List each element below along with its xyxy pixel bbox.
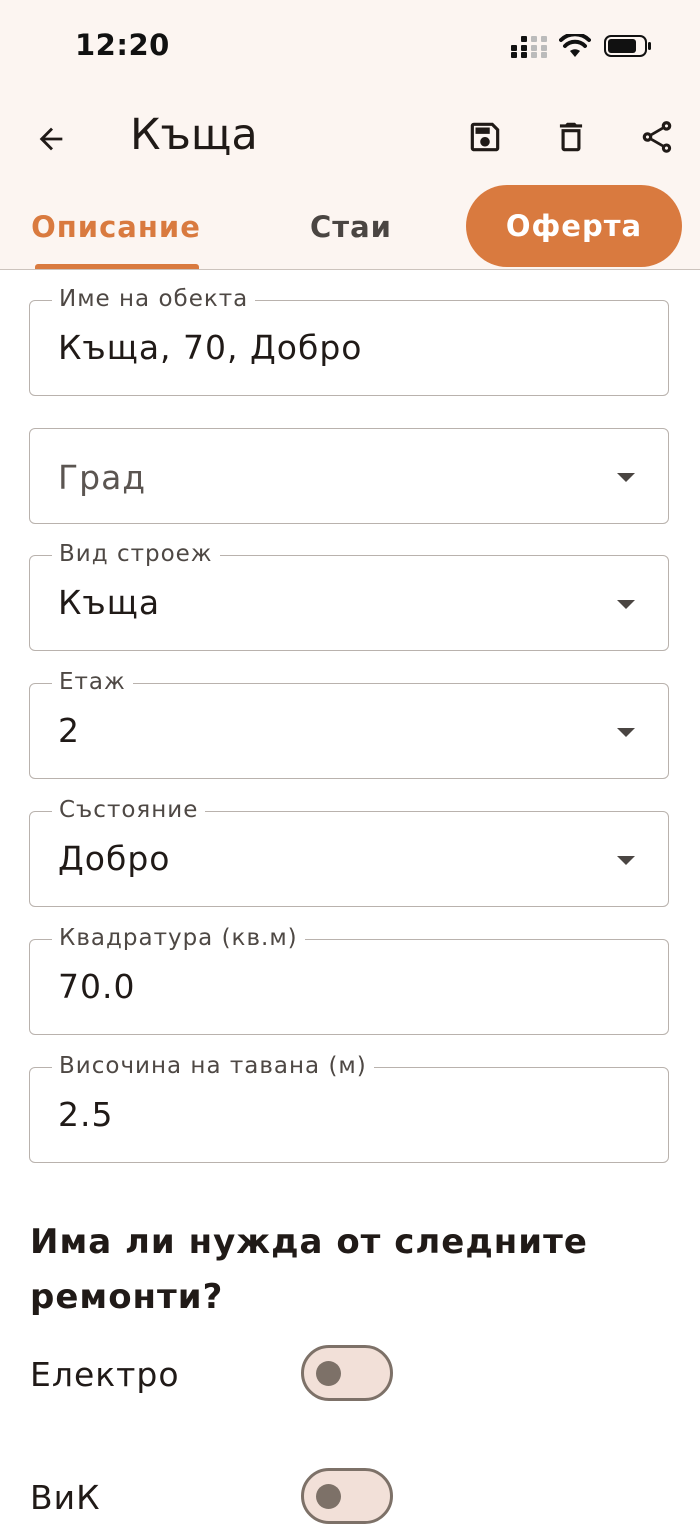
- tab-bar: Описание Стаи Оферта: [0, 184, 700, 270]
- ceiling-height-label: Височина на тавана (м): [52, 1053, 374, 1079]
- delete-icon: [559, 122, 583, 152]
- delete-button[interactable]: [546, 112, 596, 162]
- name-field-label: Име на обекта: [52, 286, 256, 312]
- tab-divider: [0, 269, 700, 270]
- repair-label-plumbing: ВиК: [30, 1478, 101, 1517]
- floor-dropdown[interactable]: Етаж 2: [29, 669, 669, 779]
- ceiling-height-field[interactable]: Височина на тавана (м) 2.5: [29, 1053, 669, 1163]
- city-dropdown-placeholder: Град: [58, 458, 147, 497]
- share-icon: [642, 121, 672, 153]
- toggle-knob: [316, 1361, 341, 1386]
- area-value: 70.0: [58, 967, 136, 1006]
- floor-value: 2: [58, 711, 80, 750]
- save-button[interactable]: [460, 112, 510, 162]
- dropdown-arrow-icon: [617, 728, 635, 737]
- city-dropdown[interactable]: Град: [29, 428, 669, 524]
- building-type-value: Къща: [58, 583, 161, 622]
- floor-label: Етаж: [52, 669, 133, 695]
- repair-label-electrical: Електро: [30, 1355, 180, 1394]
- arrow-back-icon: [39, 127, 63, 151]
- dropdown-arrow-icon: [617, 600, 635, 609]
- share-button[interactable]: [632, 112, 682, 162]
- plumbing-toggle[interactable]: [301, 1468, 393, 1524]
- condition-label: Състояние: [52, 797, 206, 823]
- page-title: Къща: [130, 110, 258, 160]
- dropdown-arrow-icon: [617, 856, 635, 865]
- save-icon: [470, 122, 500, 152]
- repairs-section-title: Има ли нужда от следните ремонти?: [30, 1222, 588, 1317]
- back-button[interactable]: [26, 114, 76, 164]
- cellular-signal-icon: [511, 36, 549, 58]
- status-time: 12:20: [75, 28, 170, 62]
- tab-offer[interactable]: Оферта: [466, 185, 682, 267]
- toggle-knob: [316, 1484, 341, 1509]
- repair-row-plumbing: ВиК: [0, 1468, 700, 1528]
- status-bar: 12:20: [0, 0, 700, 92]
- dropdown-arrow-icon: [617, 473, 635, 482]
- ceiling-height-value: 2.5: [58, 1095, 114, 1134]
- repair-row-electrical: Електро: [0, 1345, 700, 1405]
- electrical-toggle[interactable]: [301, 1345, 393, 1401]
- building-type-dropdown[interactable]: Вид строеж Къща: [29, 541, 669, 651]
- wifi-icon: [559, 34, 591, 57]
- tab-rooms[interactable]: Стаи: [258, 184, 444, 270]
- area-label: Квадратура (кв.м): [52, 925, 305, 951]
- building-type-label: Вид строеж: [52, 541, 220, 567]
- condition-dropdown[interactable]: Състояние Добро: [29, 797, 669, 907]
- condition-value: Добро: [58, 839, 171, 878]
- top-app-area: 12:20 Къща Описание Стаи Оферта: [0, 0, 700, 270]
- app-bar: Къща: [0, 92, 700, 182]
- area-field[interactable]: Квадратура (кв.м) 70.0: [29, 925, 669, 1035]
- name-field[interactable]: Име на обекта Къща, 70, Добро: [29, 286, 669, 396]
- tab-description[interactable]: Описание: [20, 184, 212, 270]
- name-field-value: Къща, 70, Добро: [58, 328, 363, 367]
- battery-icon: [604, 35, 651, 57]
